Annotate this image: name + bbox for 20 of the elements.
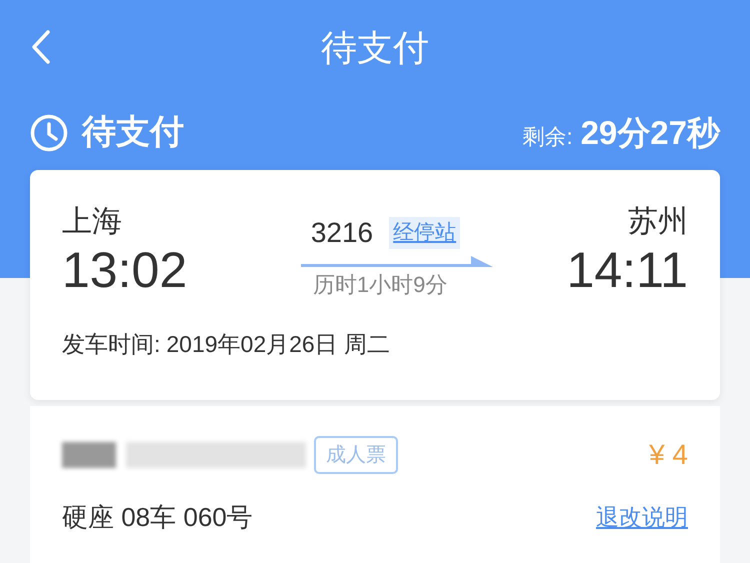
page-title: 待支付 — [321, 26, 429, 70]
stops-link[interactable]: 经停站 — [389, 217, 460, 249]
ticket-type-tag: 成人票 — [314, 436, 398, 474]
back-icon[interactable] — [30, 29, 52, 65]
departure-time: 13:02 — [62, 241, 188, 300]
refund-rules-link[interactable]: 退改说明 — [596, 500, 688, 535]
arrival-time: 14:11 — [566, 241, 688, 300]
departure-date: 2019年02月26日 周二 — [166, 330, 390, 359]
seat-info: 硬座 08车 060号 — [62, 501, 253, 534]
departure-station: 上海 — [62, 204, 123, 240]
duration-text: 历时1小时9分 — [312, 271, 448, 299]
remaining-label: 剩余: — [522, 122, 573, 151]
arrival-station: 苏州 — [628, 204, 688, 240]
clock-icon — [30, 114, 68, 152]
train-number: 3216 — [310, 216, 374, 250]
ticket-price: ¥ 4 — [649, 438, 688, 472]
direction-arrow-icon — [300, 256, 493, 268]
departure-date-label: 发车时间: — [62, 330, 160, 359]
countdown-time: 29分27秒 — [580, 112, 720, 153]
status-label: 待支付 — [82, 112, 184, 153]
